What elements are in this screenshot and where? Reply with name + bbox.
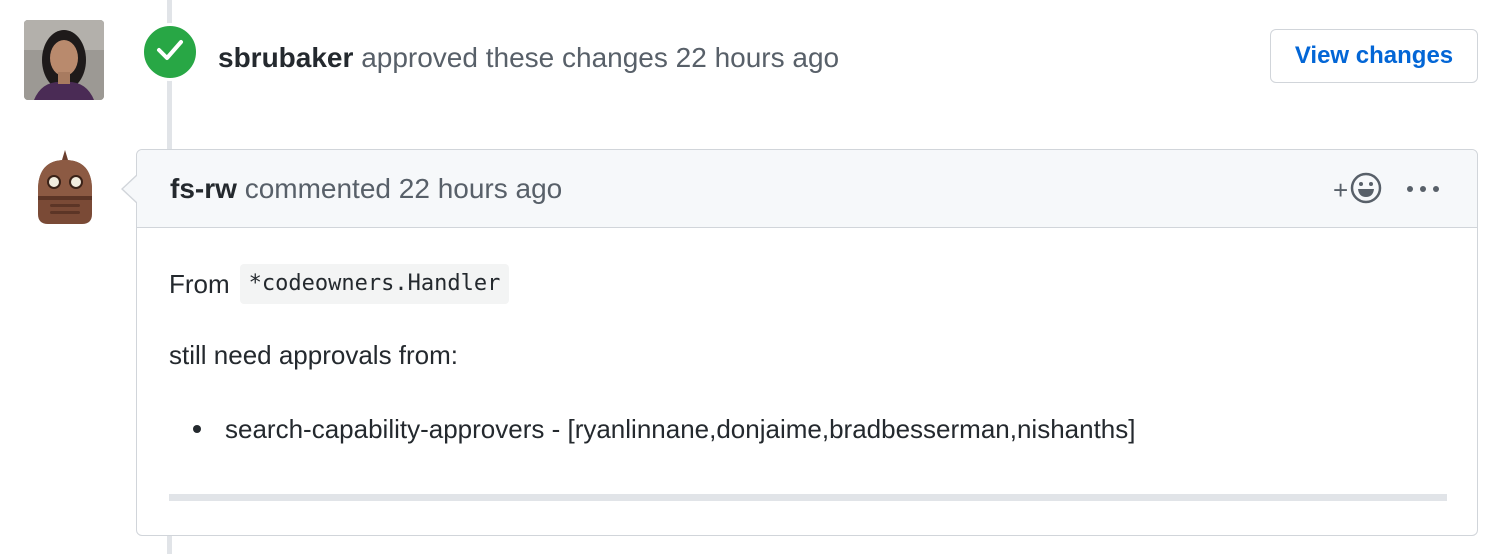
commenter-avatar[interactable] [30,148,100,226]
approver-username[interactable]: sbrubaker [218,42,353,73]
comment-paragraph-still-need: still need approvals from: [169,340,459,370]
bullet [193,425,201,433]
approval-event-text: sbrubaker approved these changes 22 hour… [218,40,839,76]
view-changes-button[interactable]: View changes [1270,29,1478,83]
kebab-horizontal-icon-dot [1407,186,1413,192]
comment-box: fs-rw commented 22 hours ago + From *cod… [136,149,1478,536]
comment-paragraph-from: From *codeowners.Handler [169,264,510,304]
comment-meta: fs-rw commented 22 hours ago [170,171,562,207]
comment-time[interactable]: 22 hours ago [399,173,562,204]
comment-pointer-inner [123,175,138,203]
inline-code: *codeowners.Handler [239,264,510,304]
add-reaction-button[interactable]: + [1333,172,1389,208]
more-options-button[interactable] [1407,176,1439,202]
comment-action: commented [244,173,391,204]
commenter-username[interactable]: fs-rw [170,173,237,204]
reaction-plus: + [1333,175,1349,205]
smiley-icon [1350,172,1382,209]
check-icon [156,38,184,67]
kebab-horizontal-icon-dot [1433,186,1439,192]
list-item-text: search-capability-approvers - [ryanlinna… [225,414,1136,444]
from-label: From [169,269,230,299]
avatar[interactable] [24,20,104,100]
kebab-horizontal-icon-dot [1420,186,1426,192]
horizontal-rule [169,494,1447,501]
comment-header: fs-rw commented 22 hours ago + [137,150,1477,228]
approval-action: approved these changes [361,42,668,73]
approval-time[interactable]: 22 hours ago [676,42,839,73]
list-item: search-capability-approvers - [ryanlinna… [169,412,1135,446]
approved-status-badge [141,23,199,81]
